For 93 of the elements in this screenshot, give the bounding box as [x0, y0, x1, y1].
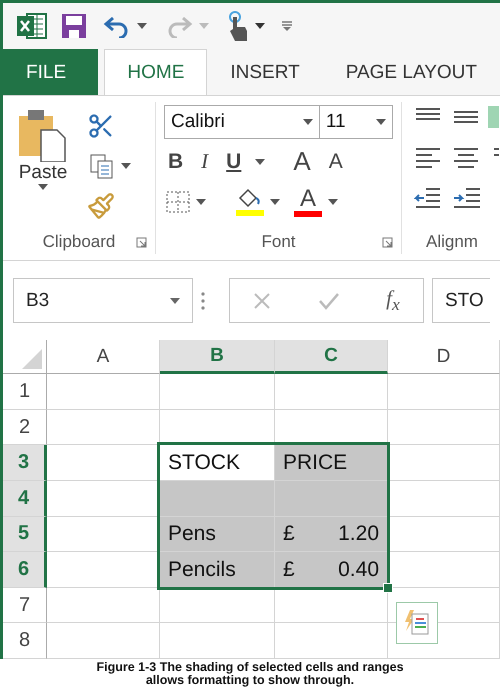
font-name-dropdown[interactable]: Calibri [164, 104, 320, 139]
table-cell[interactable] [47, 410, 160, 446]
table-cell[interactable] [160, 623, 275, 659]
caret-icon [196, 198, 206, 205]
caret-icon [137, 23, 147, 30]
cell-text: 0.40 [338, 558, 379, 582]
ribbon-tab[interactable]: FILE [3, 49, 98, 95]
table-cell[interactable] [388, 445, 500, 482]
table-cell[interactable] [160, 481, 275, 517]
row-header[interactable]: 4 [3, 481, 47, 517]
dialog-launcher-icon[interactable] [382, 237, 393, 248]
caret-icon [302, 118, 313, 125]
font-color-button[interactable]: A [292, 186, 340, 217]
name-box[interactable]: B3 [13, 278, 193, 324]
column-header[interactable]: C [275, 340, 388, 374]
ribbon-tab[interactable]: HOME [104, 49, 208, 95]
row-header[interactable]: 8 [3, 623, 47, 659]
cell-text: PRICE [283, 450, 348, 475]
enter-icon[interactable] [318, 292, 340, 310]
fill-color-button[interactable] [234, 188, 282, 216]
underline-button[interactable]: U [222, 150, 246, 174]
row-header[interactable]: 2 [3, 410, 47, 446]
row-header[interactable]: 6 [3, 552, 47, 588]
paste-button[interactable]: Paste [3, 102, 83, 230]
table-cell[interactable] [388, 410, 500, 446]
currency-symbol: £ [283, 558, 295, 582]
column-header[interactable]: A [47, 340, 160, 374]
cancel-icon[interactable] [253, 292, 272, 310]
table-cell[interactable]: PRICE [275, 445, 388, 482]
cell-text: Pencils [168, 558, 236, 582]
table-cell[interactable] [388, 374, 500, 410]
caret-icon [255, 23, 265, 30]
column-header[interactable]: D [388, 340, 500, 374]
horizontal-align-icons[interactable] [414, 146, 499, 168]
table-cell[interactable] [47, 623, 160, 659]
table-cell[interactable] [160, 374, 275, 410]
font-size-dropdown[interactable]: 11 [318, 104, 393, 139]
table-cell[interactable]: £ 0.40 [275, 552, 388, 588]
figure-caption: Figure 1-3 The shading of selected cells and ranges allows formatting to show through. [95, 659, 405, 689]
table-cell[interactable] [47, 516, 160, 552]
vertical-align-icons[interactable] [414, 106, 499, 128]
caret-icon [255, 158, 266, 165]
italic-button[interactable]: I [197, 149, 212, 174]
table-cell[interactable]: STOCK [160, 445, 275, 482]
grip-icon [201, 290, 205, 311]
cell-text: 1.20 [338, 522, 379, 546]
table-cell[interactable] [47, 374, 160, 410]
grow-font-button[interactable]: A [289, 146, 315, 178]
quick-analysis-button[interactable] [396, 602, 438, 644]
caret-icon [121, 163, 131, 170]
group-label: Alignm [426, 232, 478, 252]
caret-icon [170, 298, 180, 304]
bold-button[interactable]: B [164, 150, 188, 174]
caret-icon [38, 184, 48, 190]
shrink-font-button[interactable]: A [324, 150, 347, 174]
table-cell[interactable] [47, 588, 160, 624]
table-cell[interactable]: Pens [160, 516, 275, 552]
ribbon-tab[interactable]: INSERT [207, 49, 323, 95]
table-cell[interactable] [275, 481, 388, 517]
borders-button[interactable] [164, 190, 208, 213]
row-header[interactable]: 3 [3, 445, 47, 482]
dialog-launcher-icon[interactable] [136, 237, 147, 248]
table-cell[interactable] [388, 516, 500, 552]
ribbon-tab[interactable]: PAGE LAYOUT [322, 49, 500, 95]
group-label: Font [261, 232, 296, 252]
row-header[interactable]: 7 [3, 588, 47, 624]
save-icon[interactable] [61, 13, 87, 40]
caret-icon [376, 118, 386, 125]
fill-handle[interactable] [383, 582, 393, 593]
table-cell[interactable] [160, 588, 275, 624]
insert-function-button[interactable]: f$_{x}$ [386, 286, 400, 316]
table-cell[interactable] [388, 481, 500, 517]
caret-icon [270, 198, 280, 205]
clipboard-icon [17, 108, 69, 162]
customize-toolbar-icon[interactable] [281, 20, 293, 32]
column-header[interactable]: B [160, 340, 275, 374]
group-label: Clipboard [42, 232, 116, 252]
currency-symbol: £ [283, 522, 295, 546]
lightning-list-icon [404, 610, 430, 636]
table-cell[interactable] [275, 374, 388, 410]
caret-icon [328, 198, 338, 205]
row-header[interactable]: 1 [3, 374, 47, 410]
table-cell[interactable] [275, 623, 388, 659]
cell-text: Pens [168, 522, 216, 546]
spreadsheet-logo-icon[interactable] [17, 12, 47, 40]
caret-icon [199, 23, 209, 30]
table-cell[interactable]: Pencils [160, 552, 275, 588]
table-cell[interactable]: £ 1.20 [275, 516, 388, 552]
row-header[interactable]: 5 [3, 516, 47, 552]
formula-field[interactable]: STO [432, 278, 490, 324]
undo-button[interactable] [101, 14, 149, 38]
cell-text: STOCK [168, 450, 240, 475]
format-painter-icon[interactable] [87, 192, 115, 220]
